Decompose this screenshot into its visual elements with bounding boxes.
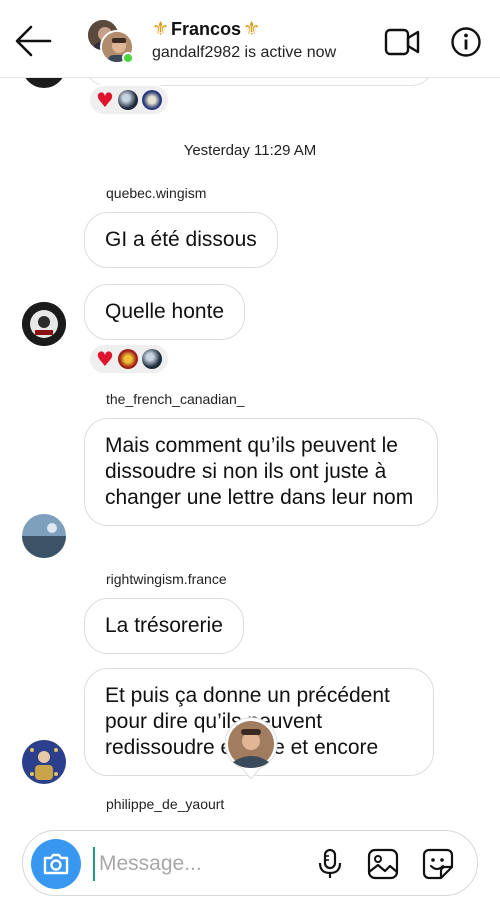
sender-username[interactable]: the_french_canadian_ [106,391,245,407]
reactor-avatar [141,90,162,110]
chat-title-block[interactable]: ⚜ Francos ⚜ gandalf2982 is active now [152,18,336,62]
camera-button[interactable] [31,839,81,889]
reactions[interactable]: ♥ [88,343,170,375]
camera-icon [43,853,69,875]
avatar[interactable] [22,740,66,784]
reactor-avatar [141,349,162,369]
message-input[interactable] [93,847,303,881]
sticker-icon[interactable] [421,847,455,881]
message-bubble[interactable]: GI a été dissous [84,212,278,268]
sender-username[interactable]: rightwingism.france [106,571,227,587]
heart-reaction-icon: ♥ [96,347,114,371]
chat-title: ⚜ Francos ⚜ [152,18,336,40]
message-bubble[interactable]: Mais comment qu’ils peuvent le dissoudre… [84,418,438,526]
timestamp: Yesterday 11:29 AM [183,142,317,159]
info-icon[interactable] [448,26,484,58]
message-bubble[interactable]: Quelle honte [84,284,246,340]
message-bubble[interactable]: La trésorerie [84,598,244,654]
active-status: gandalf2982 is active now [152,44,337,61]
fleur-de-lis-icon: ⚜ [152,18,170,40]
online-indicator [122,52,134,64]
gallery-icon[interactable] [366,847,400,881]
chat-header: ⚜ Francos ⚜ gandalf2982 is active now [0,0,500,78]
avatar[interactable] [22,302,66,346]
fleur-de-lis-icon: ⚜ [243,18,261,40]
group-avatar[interactable] [86,18,136,64]
heart-reaction-icon: ♥ [96,88,114,112]
back-arrow-icon[interactable] [14,24,52,58]
video-call-icon[interactable] [384,26,420,58]
reactions[interactable]: ♥ [88,84,170,116]
message-composer [22,830,478,896]
reactor-avatar [117,90,138,110]
sender-username[interactable]: philippe_de_yaourt [106,796,224,812]
avatar[interactable] [22,514,66,558]
microphone-icon[interactable] [313,847,347,881]
chat-title-text: Francos [171,18,242,39]
sender-username[interactable]: quebec.wingism [106,185,206,201]
reactor-avatar [117,349,138,369]
seen-by-avatar[interactable] [222,716,280,780]
